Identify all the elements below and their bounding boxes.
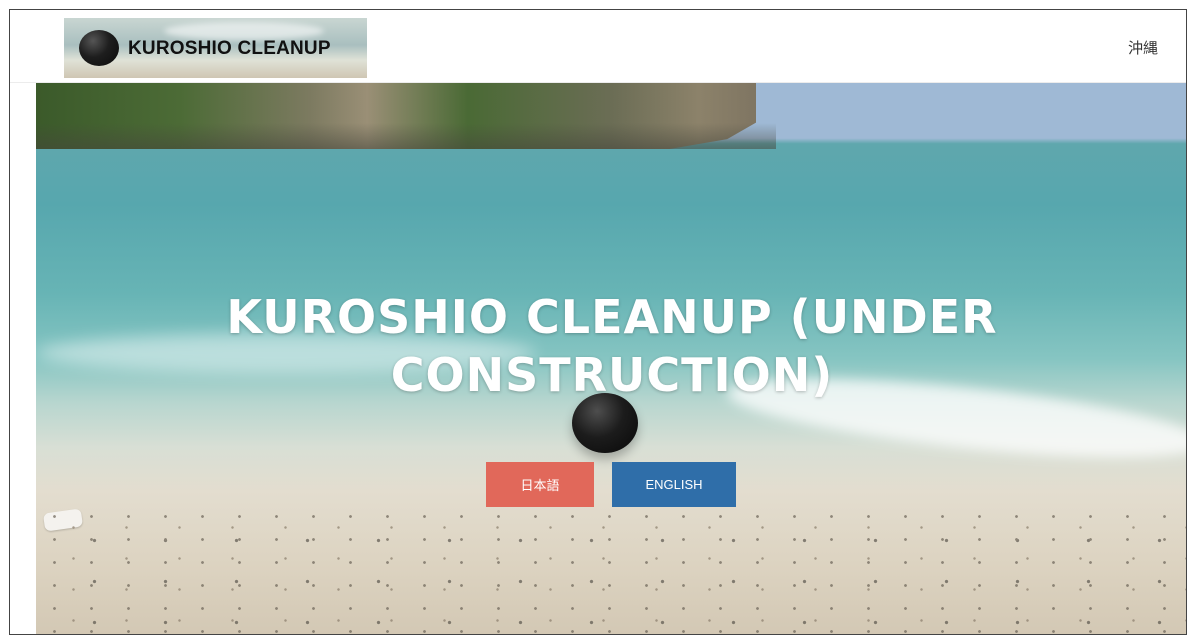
- english-button[interactable]: ENGLISH: [612, 462, 736, 507]
- page-frame: KUROSHIO CLEANUP 沖縄 KUROSHIO CLEANUP (UN…: [9, 9, 1187, 635]
- hero-beach-pebbles: [36, 505, 1186, 634]
- hero-shoreline-shadow: [36, 123, 776, 149]
- navbar: KUROSHIO CLEANUP 沖縄: [10, 10, 1186, 83]
- buoy-logo-icon: [79, 30, 119, 66]
- logo-text: KUROSHIO CLEANUP: [128, 38, 331, 59]
- site-logo[interactable]: KUROSHIO CLEANUP: [64, 18, 367, 78]
- hero-title: KUROSHIO CLEANUP (UNDER CONSTRUCTION): [226, 290, 998, 402]
- japanese-button[interactable]: 日本語: [486, 462, 594, 507]
- nav-link-okinawa[interactable]: 沖縄: [1128, 37, 1158, 58]
- hero-banner: KUROSHIO CLEANUP (UNDER CONSTRUCTION) 日本…: [36, 83, 1186, 634]
